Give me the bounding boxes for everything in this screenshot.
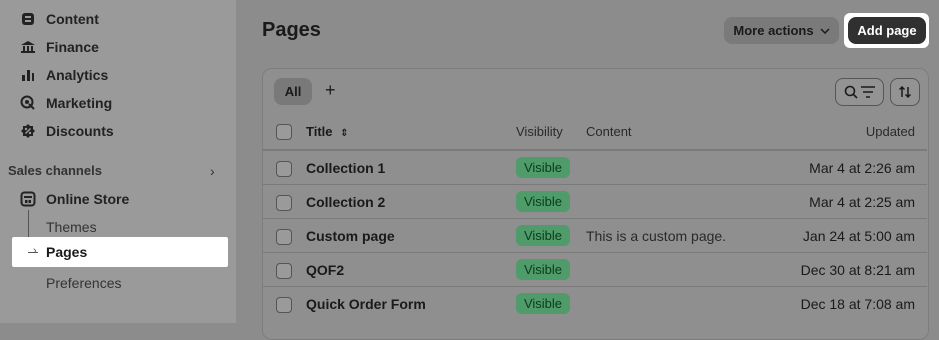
content-icon <box>20 11 36 27</box>
visibility-badge: Visible <box>516 259 570 280</box>
row-checkbox[interactable] <box>276 297 292 313</box>
sidebar-item-online-store[interactable]: Online Store <box>20 188 129 210</box>
sidebar-item-marketing[interactable]: Marketing <box>20 92 112 114</box>
add-view-button[interactable]: + <box>325 80 336 101</box>
column-header-visibility: Visibility <box>516 124 563 139</box>
sidebar-item-analytics[interactable]: Analytics <box>20 64 108 86</box>
sidebar-item-label: Discounts <box>46 123 114 139</box>
more-actions-label: More actions <box>733 23 814 38</box>
search-filter-button[interactable] <box>835 78 884 106</box>
row-updated: Dec 18 at 7:08 am <box>800 296 915 312</box>
sidebar-subitem-themes[interactable]: Themes <box>46 219 97 235</box>
sidebar-item-finance[interactable]: Finance <box>20 36 99 58</box>
sidebar-item-label: Finance <box>46 39 99 55</box>
sales-channels-label: Sales channels <box>8 163 102 178</box>
visibility-badge: Visible <box>516 225 570 246</box>
select-all-checkbox[interactable] <box>276 124 292 140</box>
column-header-content: Content <box>586 124 632 139</box>
sidebar-subitem-pages[interactable]: Pages <box>46 244 87 260</box>
row-checkbox[interactable] <box>276 263 292 279</box>
row-title[interactable]: Custom page <box>306 228 395 244</box>
visibility-badge: Visible <box>516 157 570 178</box>
bar-chart-icon <box>20 67 36 83</box>
target-icon <box>20 95 36 111</box>
row-title[interactable]: QOF2 <box>306 262 344 278</box>
row-title[interactable]: Collection 2 <box>306 194 385 210</box>
column-header-title[interactable]: Title ⇕ <box>306 124 349 139</box>
search-filter-icon <box>844 85 875 99</box>
sort-icon <box>898 85 912 99</box>
sidebar-item-label: Analytics <box>46 67 109 83</box>
visibility-badge: Visible <box>516 293 570 314</box>
row-updated: Dec 30 at 8:21 am <box>800 262 915 278</box>
sidebar-item-content[interactable]: Content <box>20 8 99 30</box>
more-actions-button[interactable]: More actions <box>724 17 839 44</box>
row-title[interactable]: Collection 1 <box>306 160 385 176</box>
column-header-updated: Updated <box>865 124 915 139</box>
row-updated: Mar 4 at 2:25 am <box>809 194 915 210</box>
row-content: This is a custom page. <box>586 228 727 244</box>
sidebar-item-discounts[interactable]: Discounts <box>20 120 114 142</box>
row-title[interactable]: Quick Order Form <box>306 296 426 312</box>
row-checkbox[interactable] <box>276 161 292 177</box>
arrow-right-icon: › <box>33 245 37 257</box>
row-updated: Jan 24 at 5:00 am <box>802 228 915 244</box>
column-header-title-label: Title <box>306 124 333 139</box>
tab-all[interactable]: All <box>274 78 312 105</box>
row-checkbox[interactable] <box>276 229 292 245</box>
sidebar-item-label: Content <box>46 11 99 27</box>
row-checkbox[interactable] <box>276 195 292 211</box>
sort-toggle-icon[interactable]: ⇕ <box>340 128 348 139</box>
row-updated: Mar 4 at 2:26 am <box>809 160 915 176</box>
sidebar-item-label: Online Store <box>46 191 130 207</box>
add-page-button[interactable]: Add page <box>848 17 926 44</box>
store-icon <box>20 191 36 207</box>
bank-icon <box>20 39 36 55</box>
chevron-right-icon[interactable]: › <box>210 163 215 179</box>
sidebar-item-label: Marketing <box>46 95 113 111</box>
page-title: Pages <box>262 19 321 41</box>
sidebar-subitem-preferences[interactable]: Preferences <box>46 275 121 291</box>
discount-icon <box>20 123 36 139</box>
sort-button[interactable] <box>890 78 920 106</box>
sidebar-subitem-pages-highlight[interactable] <box>12 237 228 267</box>
chevron-down-icon <box>820 25 830 37</box>
visibility-badge: Visible <box>516 191 570 212</box>
